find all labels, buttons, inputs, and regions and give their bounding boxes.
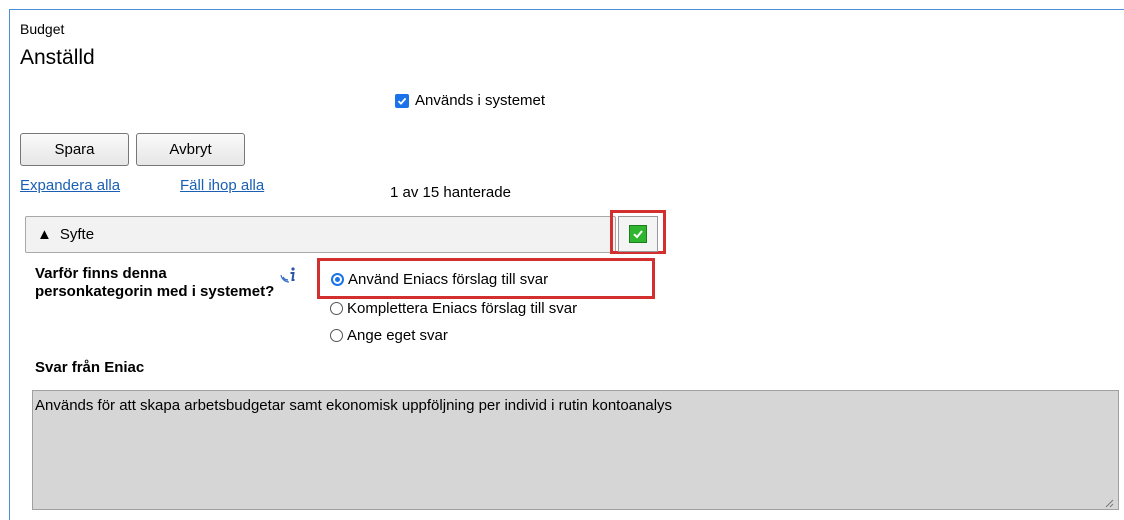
section-status-button[interactable] (618, 216, 658, 252)
in-system-label: Används i systemet (415, 92, 546, 109)
answer-label: Svar från Eniac (35, 359, 145, 376)
radio-option-use-suggestion[interactable]: Använd Eniacs förslag till svar (331, 271, 548, 288)
resize-grip-icon[interactable] (1104, 495, 1114, 513)
section-title: Syfte (59, 226, 95, 243)
radio-label: Komplettera Eniacs förslag till svar (347, 300, 578, 317)
page-title: Anställd (20, 46, 95, 69)
checkmark-icon (397, 97, 407, 105)
cancel-button[interactable]: Avbryt (136, 133, 245, 166)
collapse-arrow-icon: ▲ (37, 226, 52, 243)
question-text: Varför finns denna personkategorin med i… (35, 265, 275, 300)
save-button[interactable]: Spara (20, 133, 129, 166)
breadcrumb: Budget (20, 21, 65, 37)
collapse-all-link[interactable]: Fäll ihop alla (180, 177, 264, 194)
radio-label: Ange eget svar (347, 327, 448, 344)
green-check-icon (629, 225, 647, 243)
in-system-checkbox-row[interactable]: Används i systemet (395, 92, 545, 109)
answer-textarea[interactable]: Används för att skapa arbetsbudgetar sam… (32, 390, 1119, 510)
radio-label: Använd Eniacs förslag till svar (348, 271, 549, 288)
expand-all-link[interactable]: Expandera alla (20, 177, 120, 194)
radio-option-own-answer[interactable]: Ange eget svar (330, 327, 448, 344)
section-header-syfte[interactable]: ▲ Syfte (25, 216, 616, 253)
radio-button[interactable] (330, 329, 343, 342)
radio-button[interactable] (331, 273, 344, 286)
progress-text: 1 av 15 hanterade (390, 184, 511, 201)
radio-button[interactable] (330, 302, 343, 315)
in-system-checkbox[interactable] (395, 93, 409, 108)
radio-option-complement-suggestion[interactable]: Komplettera Eniacs förslag till svar (330, 300, 577, 317)
info-icon[interactable] (280, 266, 300, 289)
